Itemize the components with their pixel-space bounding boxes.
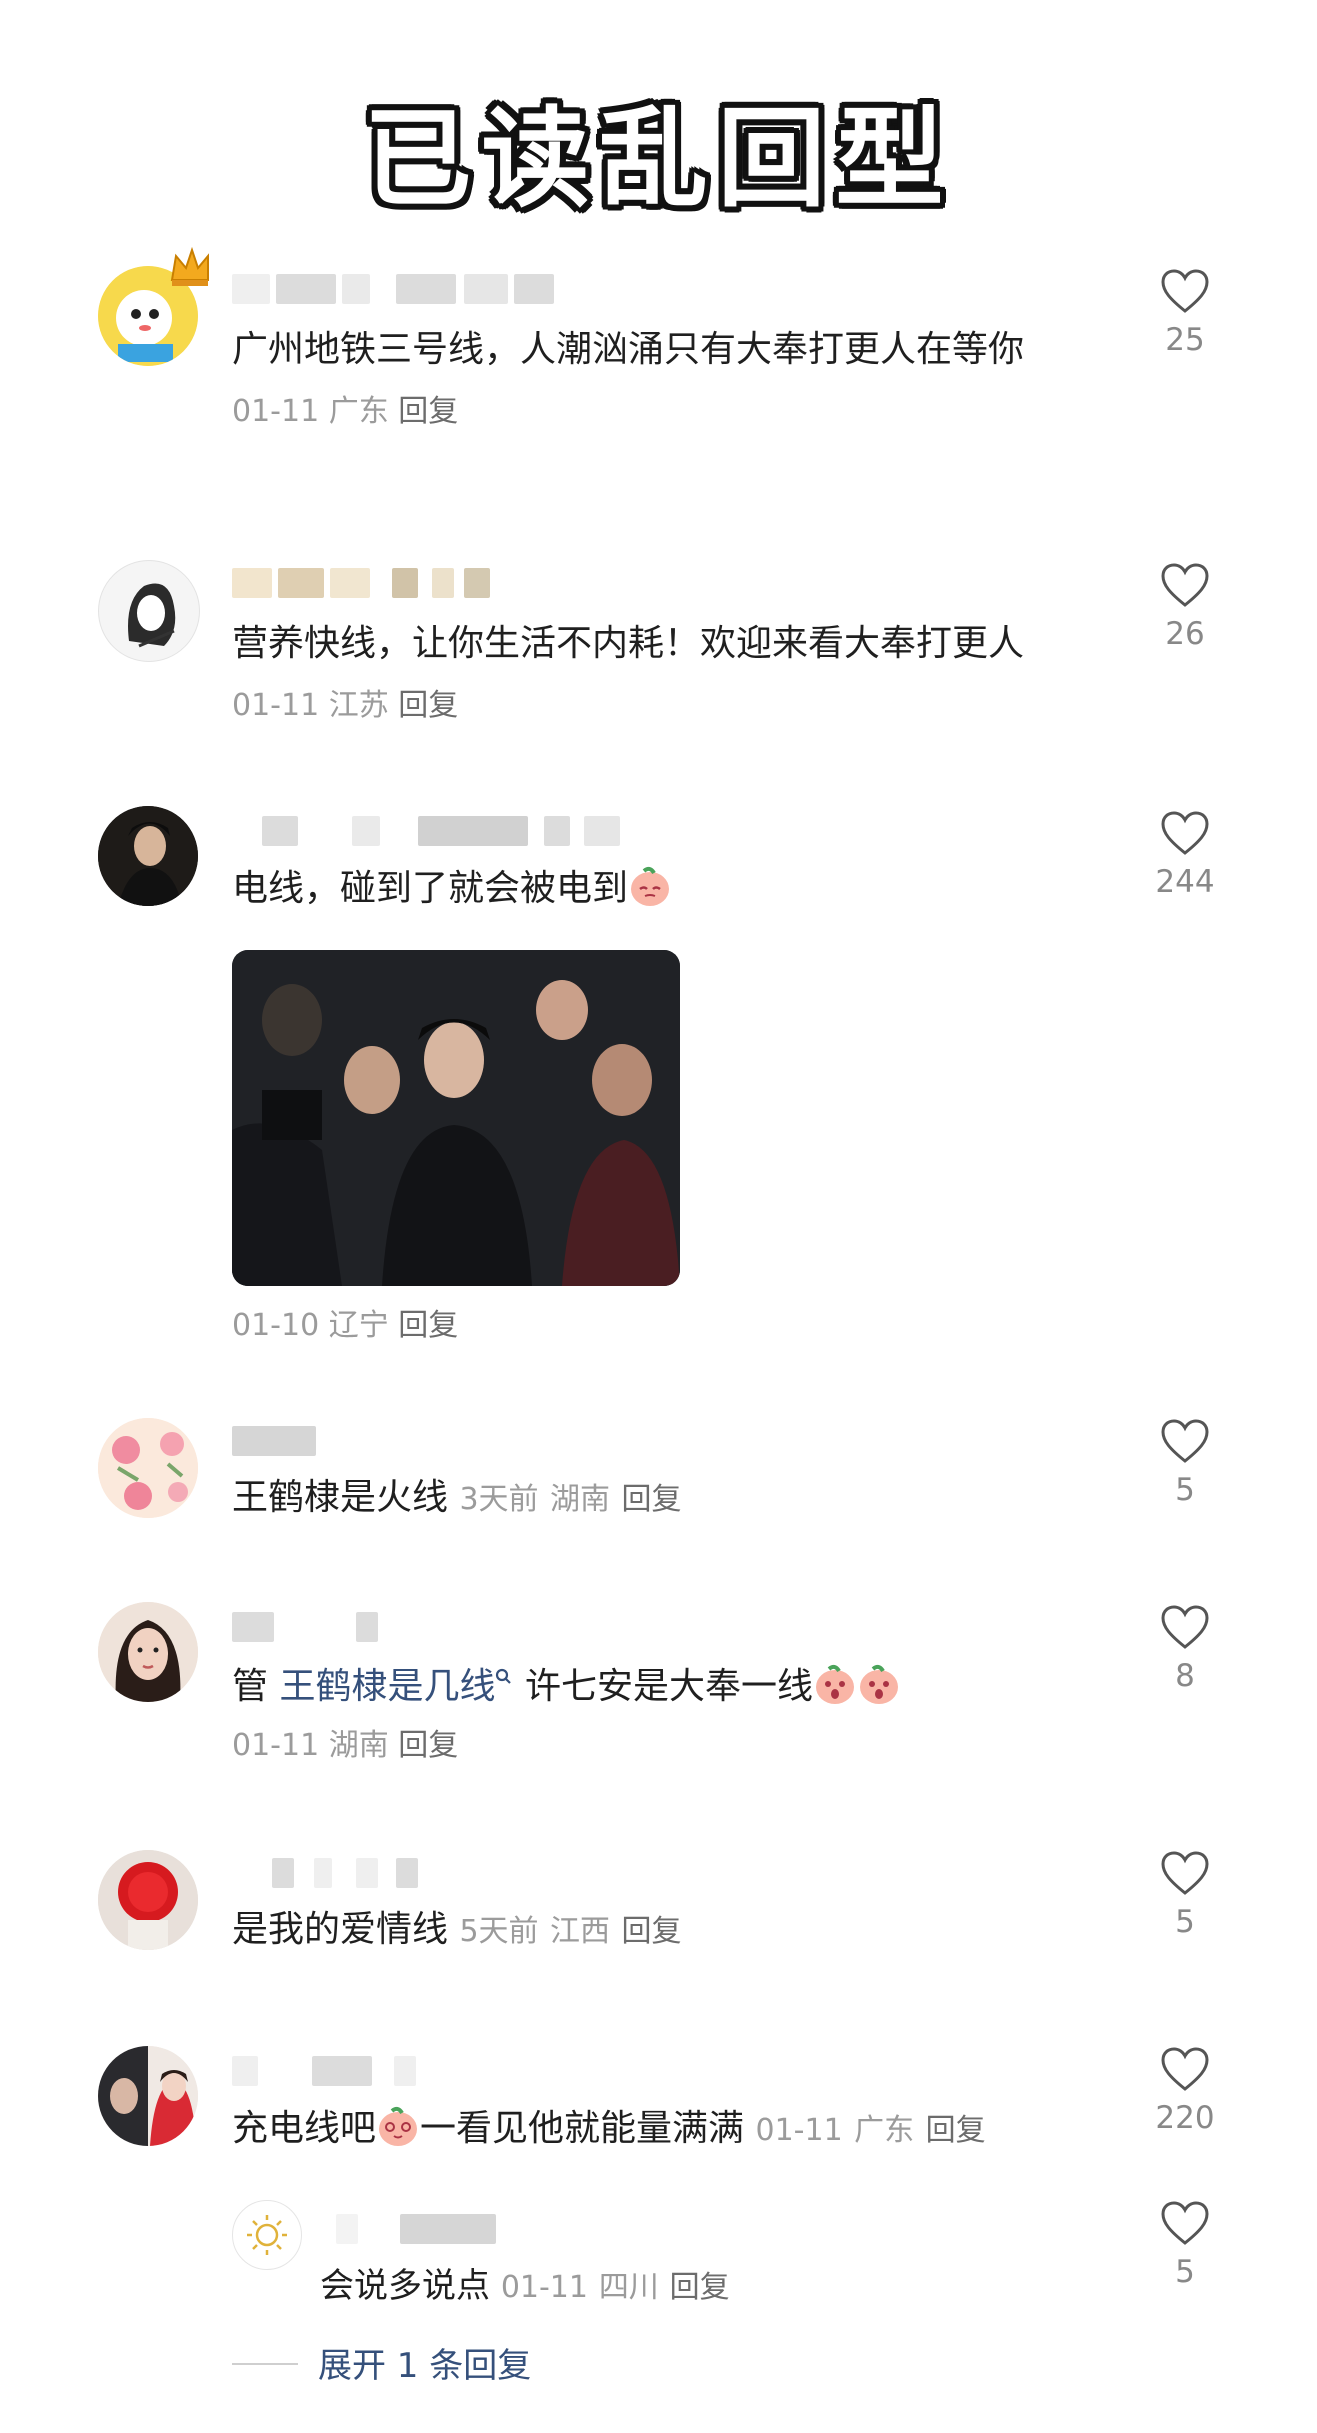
crown-icon [170,246,209,286]
heart-icon [1161,1605,1209,1649]
like-button[interactable]: 5 [1150,1418,1220,1508]
reply-button[interactable]: 回复 [398,394,458,429]
expand-replies-label: 展开 1 条回复 [318,2346,532,2386]
comment-meta: 01-11 湖南 回复 [232,1726,458,1766]
comment-text: 王鹤棣是火线 3天前 湖南 回复 [232,1476,681,1522]
comment-location: 四川 [598,2270,659,2305]
like-button[interactable]: 5 [1150,2200,1220,2290]
comment-text-content: 是我的爱情线 [232,1909,449,1950]
comment-meta: 01-11 江苏 回复 [232,686,458,726]
comment-text-content: 王鹤棣是火线 [232,1477,449,1518]
like-button[interactable]: 26 [1150,562,1220,652]
blurred-username [232,1426,352,1456]
comment-location: 广东 [328,394,389,429]
like-button[interactable]: 8 [1150,1604,1220,1694]
comment-text-content: 电线，碰到了就会被电到 [232,868,629,909]
sketch-avatar-icon[interactable] [98,560,200,662]
comment-date: 01-10 [232,1308,320,1343]
divider [232,2363,298,2365]
comment-date: 5天前 [459,1914,539,1949]
like-count: 220 [1155,2100,1215,2136]
comment-date: 3天前 [459,1482,539,1517]
like-count: 26 [1165,616,1205,652]
comment-meta: 01-11 广东 回复 [232,392,458,432]
comment-text: 营养快线，让你生活不内耗！欢迎来看大奉打更人 [232,623,1025,664]
selfie-avatar-icon[interactable] [98,2046,198,2146]
heart-icon [1161,2201,1209,2245]
comment-text: 管 王鹤棣是几线 许七安是大奉一线 [232,1662,901,1709]
page-title: 已读乱回型 [363,97,954,222]
comment-text: 是我的爱情线 5天前 江西 回复 [232,1908,681,1954]
heart-icon [1161,2047,1209,2091]
sun-avatar-icon[interactable] [232,2200,302,2270]
comment-date: 01-11 [755,2113,843,2148]
like-count: 25 [1165,322,1205,358]
red-cup-avatar-icon[interactable] [98,1850,198,1950]
photo-avatar-icon[interactable] [98,806,198,906]
search-link[interactable]: 王鹤棣是几线 [279,1666,513,1707]
comment-date: 01-11 [500,2270,588,2305]
comment-location: 辽宁 [328,1308,389,1343]
blush-peach-emoji-icon [379,2106,418,2146]
comment-text-after: 一看见他就能量满满 [420,2108,745,2149]
heart-icon [1161,811,1209,855]
comment-text-before: 充电线吧 [232,2108,377,2149]
shocked-peach-emoji-icon [859,1664,898,1704]
comment-date: 01-11 [232,1728,320,1763]
comment-prefix: 管 [232,1666,269,1707]
like-button[interactable]: 25 [1150,268,1220,358]
comment-text: 广州地铁三号线，人潮汹涌只有大奉打更人在等你 [232,329,1025,370]
heart-icon [1161,563,1209,607]
heart-icon [1161,1851,1209,1895]
comment-location: 江西 [550,1914,611,1949]
heart-icon [1161,1419,1209,1463]
reply-button[interactable]: 回复 [398,1728,458,1763]
blurred-username [232,2056,432,2086]
search-link-text: 王鹤棣是几线 [279,1666,496,1707]
reply-button[interactable]: 回复 [621,1914,681,1949]
blurred-username [232,1612,382,1642]
like-button[interactable]: 220 [1150,2046,1220,2136]
blurred-username [232,816,632,846]
reply-button[interactable]: 回复 [670,2270,730,2305]
comment-text: 电线，碰到了就会被电到 [232,864,672,911]
comment-location: 湖南 [550,1482,611,1517]
comment-date: 01-11 [232,394,320,429]
expand-replies-button[interactable]: 展开 1 条回复 [232,2338,531,2387]
portrait-avatar-icon[interactable] [98,1602,198,1702]
blurred-username [232,274,554,304]
comment-location: 江苏 [328,688,389,723]
shocked-peach-emoji-icon [815,1664,854,1704]
comment-text: 充电线吧 一看见他就能量满满 01-11 广东 回复 [232,2104,986,2153]
blurred-username [232,1858,432,1888]
peach-emoji-icon [631,866,670,906]
reply-button[interactable]: 回复 [926,2113,986,2148]
comment-date: 01-11 [232,688,320,723]
heart-icon [1161,269,1209,313]
like-count: 5 [1175,1904,1195,1940]
blurred-username [320,2214,520,2244]
reply-button[interactable]: 回复 [398,1308,458,1343]
comment-text: 会说多说点 01-11 四川 回复 [320,2264,730,2310]
comment-text-content: 会说多说点 [320,2266,490,2306]
reply-button[interactable]: 回复 [398,688,458,723]
search-icon [496,1668,512,1684]
comment-meta: 01-10 辽宁 回复 [232,1306,458,1346]
event-photo-image[interactable] [232,950,680,1286]
comment-suffix: 许七安是大奉一线 [524,1666,813,1707]
flower-avatar-icon[interactable] [98,1418,198,1518]
like-count: 5 [1175,1472,1195,1508]
comment-location: 广东 [854,2113,915,2148]
like-count: 5 [1175,2254,1195,2290]
like-button[interactable]: 5 [1150,1850,1220,1940]
reply-button[interactable]: 回复 [621,1482,681,1517]
blurred-username [232,568,532,598]
comment-location: 湖南 [328,1728,389,1763]
like-count: 244 [1155,864,1215,900]
like-button[interactable]: 244 [1150,810,1220,900]
like-count: 8 [1175,1658,1195,1694]
